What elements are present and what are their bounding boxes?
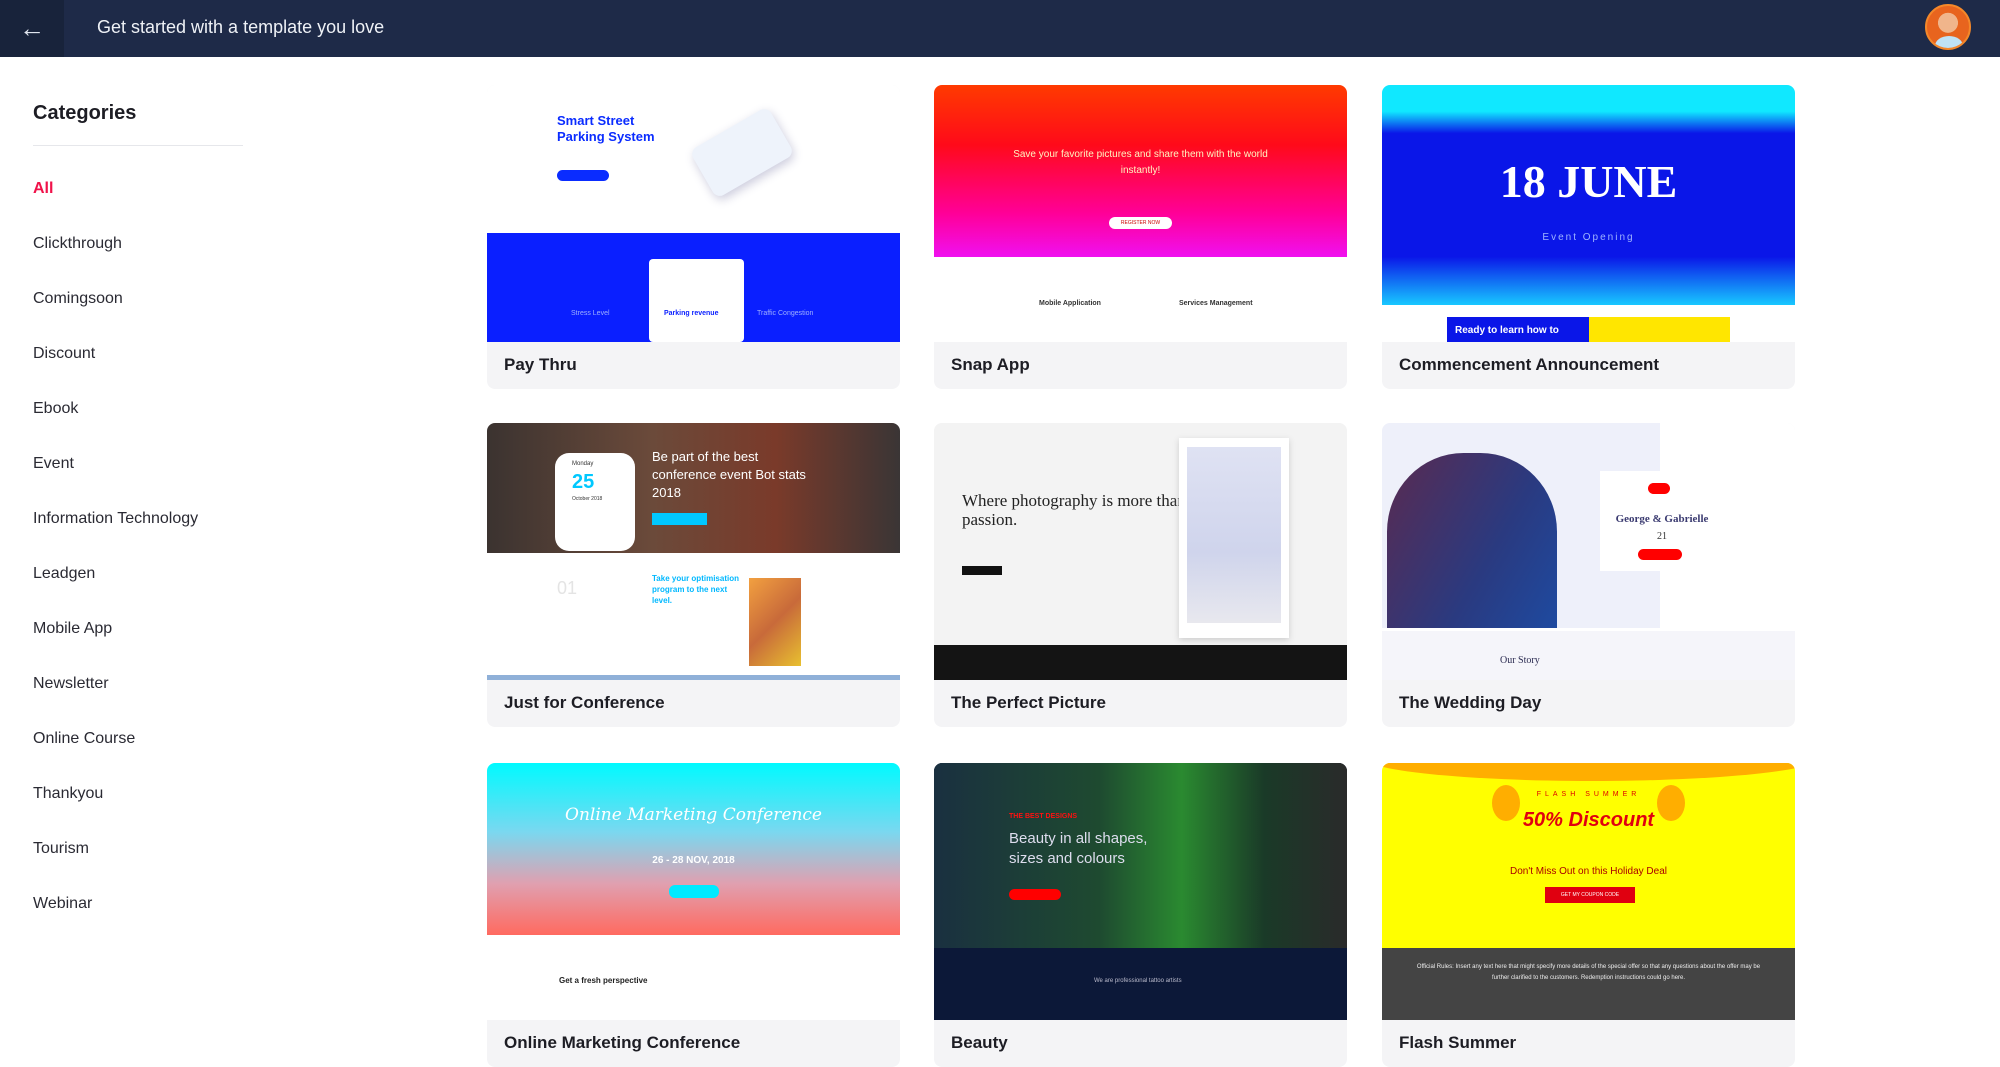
- template-name: Online Marketing Conference: [504, 1033, 741, 1052]
- template-preview: FLASH SUMMER 50% Discount Don't Miss Out…: [1382, 763, 1795, 1020]
- category-clickthrough[interactable]: Clickthrough: [33, 235, 122, 253]
- template-name: Snap App: [951, 355, 1030, 374]
- category-online-course[interactable]: Online Course: [33, 730, 135, 748]
- preview-tag: FLASH SUMMER: [1536, 791, 1641, 798]
- template-name: Flash Summer: [1399, 1033, 1517, 1052]
- template-preview: Monday 25 October 2018 Be part of the be…: [487, 423, 900, 680]
- category-thankyou[interactable]: Thankyou: [33, 785, 103, 803]
- template-preview: 18 JUNE Event Opening Ready to learn how…: [1382, 85, 1795, 342]
- preview-heading: 18 JUNE: [1499, 156, 1678, 207]
- template-card-flash-summer[interactable]: FLASH SUMMER 50% Discount Don't Miss Out…: [1382, 763, 1795, 1067]
- template-preview: Where photography is more than just pass…: [934, 423, 1347, 680]
- divider: [33, 145, 243, 146]
- template-preview: THE BEST DESIGNS Beauty in all shapes, s…: [934, 763, 1347, 1020]
- template-card-just-for-conference[interactable]: Monday 25 October 2018 Be part of the be…: [487, 423, 900, 727]
- preview-button: GET MY COUPON CODE: [1545, 887, 1635, 903]
- preview-date: 21: [1657, 531, 1667, 542]
- category-mobile-app[interactable]: Mobile App: [33, 620, 112, 638]
- category-ebook[interactable]: Ebook: [33, 400, 78, 418]
- template-name: Beauty: [951, 1033, 1008, 1052]
- preview-item: Traffic Congestion: [757, 310, 814, 317]
- preview-sub: We are professional tattoo artists: [1094, 978, 1182, 984]
- template-preview: Online Marketing Conference 26 - 28 NOV,…: [487, 763, 900, 1020]
- template-card-wedding-day[interactable]: George & Gabrielle 21 Our Story The Wedd…: [1382, 423, 1795, 727]
- template-card-online-marketing[interactable]: Online Marketing Conference 26 - 28 NOV,…: [487, 763, 900, 1067]
- preview-date: 25: [572, 471, 595, 493]
- preview-item: Parking revenue: [664, 310, 719, 317]
- preview-heading: Online Marketing Conference: [565, 805, 822, 825]
- template-card-pay-thru[interactable]: Smart Street Parking System Stress Level…: [487, 85, 900, 389]
- category-discount[interactable]: Discount: [33, 345, 95, 363]
- preview-month: October 2018: [572, 496, 603, 502]
- template-name: The Perfect Picture: [951, 693, 1106, 712]
- arrow-left-icon: ←: [19, 13, 45, 43]
- template-name: Just for Conference: [504, 693, 665, 712]
- template-name: The Wedding Day: [1399, 693, 1542, 712]
- category-information-technology[interactable]: Information Technology: [33, 510, 198, 528]
- template-card-commencement[interactable]: 18 JUNE Event Opening Ready to learn how…: [1382, 85, 1795, 389]
- preview-rules: Official Rules: Insert any text here tha…: [1382, 948, 1795, 1020]
- category-tourism[interactable]: Tourism: [33, 840, 89, 858]
- category-leadgen[interactable]: Leadgen: [33, 565, 95, 583]
- page-title: Get started with a template you love: [97, 17, 385, 37]
- category-newsletter[interactable]: Newsletter: [33, 675, 109, 693]
- category-comingsoon[interactable]: Comingsoon: [33, 290, 123, 308]
- preview-sub: Event Opening: [1542, 232, 1635, 243]
- top-bar: ← Get started with a template you love: [0, 0, 2000, 57]
- template-preview: Smart Street Parking System Stress Level…: [487, 85, 900, 342]
- template-preview: George & Gabrielle 21 Our Story: [1382, 423, 1795, 680]
- preview-heading: Be part of the best conference event Bot…: [652, 449, 806, 500]
- preview-item: Mobile Application: [1039, 300, 1101, 307]
- preview-sub: Take your optimisation program to the ne…: [652, 574, 739, 605]
- user-avatar[interactable]: [1925, 4, 1971, 50]
- preview-sub: Get a fresh perspective: [559, 976, 648, 985]
- categories-heading: Categories: [33, 102, 137, 124]
- preview-heading: Save your favorite pictures and share th…: [1013, 149, 1268, 176]
- preview-sub: Don't Miss Out on this Holiday Deal: [1510, 866, 1667, 877]
- preview-item: Stress Level: [571, 310, 610, 317]
- category-event[interactable]: Event: [33, 455, 74, 473]
- preview-day: Monday: [572, 461, 594, 467]
- template-card-perfect-picture[interactable]: Where photography is more than just pass…: [934, 423, 1347, 727]
- category-webinar[interactable]: Webinar: [33, 895, 92, 913]
- template-card-beauty[interactable]: THE BEST DESIGNS Beauty in all shapes, s…: [934, 763, 1347, 1067]
- preview-date: 26 - 28 NOV, 2018: [652, 855, 735, 866]
- template-name: Pay Thru: [504, 355, 577, 374]
- template-name: Commencement Announcement: [1399, 355, 1660, 374]
- template-card-snap-app[interactable]: Save your favorite pictures and share th…: [934, 85, 1347, 389]
- preview-heading: Beauty in all shapes, sizes and colours: [1009, 830, 1148, 867]
- category-all[interactable]: All: [33, 180, 53, 198]
- preview-heading: 50% Discount: [1522, 809, 1655, 831]
- preview-num: 01: [557, 578, 578, 598]
- preview-heading: Smart Street Parking System: [557, 113, 655, 144]
- template-preview: Save your favorite pictures and share th…: [934, 85, 1347, 342]
- preview-our-story: Our Story: [1500, 655, 1540, 666]
- preview-tag: THE BEST DESIGNS: [1009, 813, 1078, 820]
- preview-button: REGISTER NOW: [1109, 217, 1172, 229]
- preview-heading: George & Gabrielle: [1615, 513, 1709, 525]
- back-button[interactable]: ←: [0, 0, 64, 57]
- preview-banner: Ready to learn how to: [1447, 317, 1589, 342]
- preview-item: Services Management: [1179, 300, 1253, 307]
